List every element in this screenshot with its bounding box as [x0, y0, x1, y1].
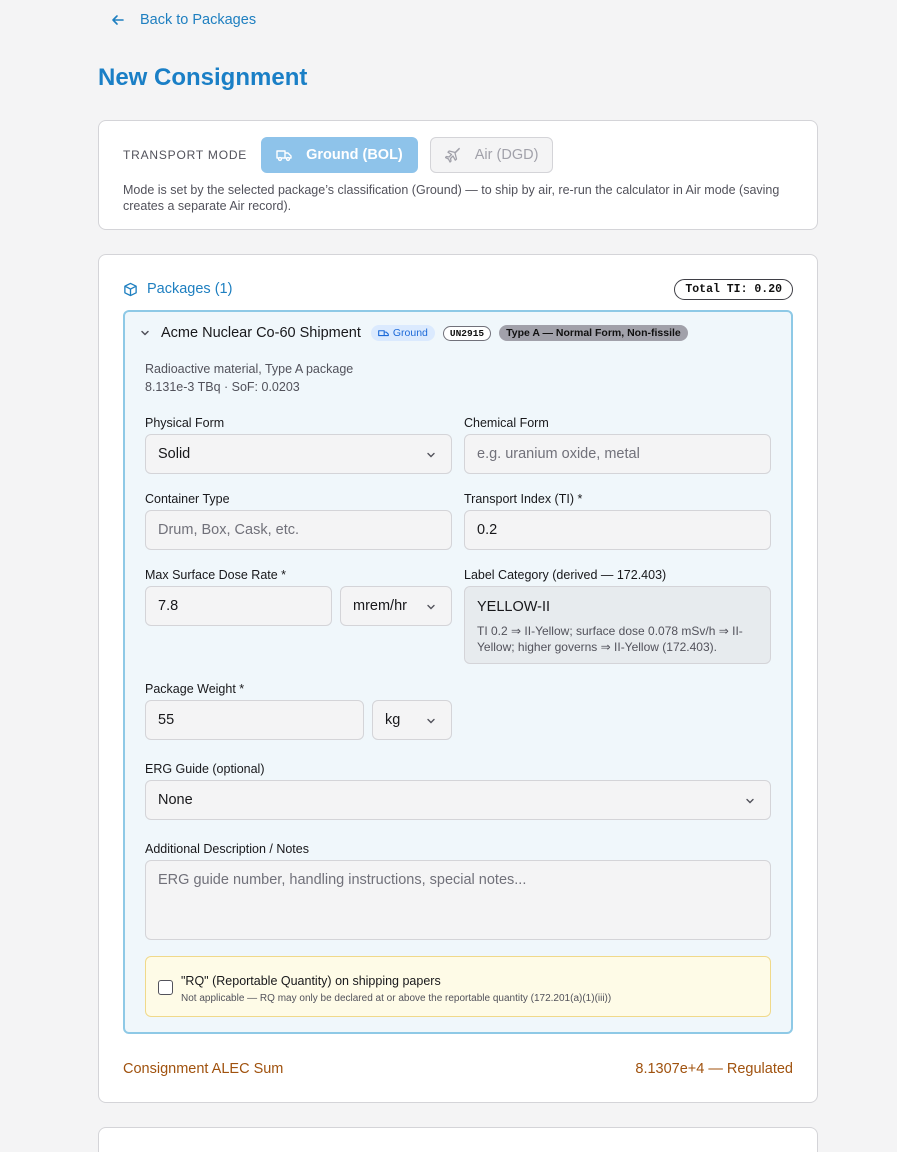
label-category-label: Label Category (derived — 172.403): [464, 568, 667, 582]
package-type-badge: Type A — Normal Form, Non-fissile: [499, 325, 688, 341]
dose-rate-input[interactable]: 7.8: [145, 586, 332, 626]
package-summary: Radioactive material, Type A package 8.1…: [145, 360, 353, 396]
rq-panel: "RQ" (Reportable Quantity) on shipping p…: [145, 956, 771, 1017]
chemical-form-label: Chemical Form: [464, 416, 549, 430]
packages-header: Packages (1): [123, 281, 232, 297]
ground-badge: Ground: [370, 325, 435, 341]
dose-rate-label: Max Surface Dose Rate *: [145, 568, 287, 582]
chevron-down-icon[interactable]: [139, 327, 151, 339]
package-weight-label: Package Weight *: [145, 682, 245, 696]
physical-form-select[interactable]: Solid: [145, 434, 452, 474]
package-weight-input[interactable]: 55: [145, 700, 364, 740]
chevron-down-icon: [427, 452, 435, 458]
air-mode-label: Air (DGD): [474, 147, 539, 163]
rq-note: Not applicable — RQ may only be declared…: [181, 993, 612, 1004]
container-type-label: Container Type: [145, 492, 230, 506]
package-name: Acme Nuclear Co-60 Shipment: [161, 325, 361, 341]
packages-card: Packages (1) Total TI: 0.20 Acme Nuclear…: [98, 254, 818, 1103]
ground-badge-label: Ground: [392, 327, 428, 339]
dose-rate-unit-select[interactable]: mrem/hr: [340, 586, 452, 626]
chevron-down-icon: [427, 718, 435, 724]
un-number-badge: UN2915: [442, 325, 492, 341]
notes-label: Additional Description / Notes: [145, 842, 309, 856]
total-ti-badge: Total TI: 0.20: [674, 279, 793, 300]
transport-mode-note: Mode is set by the selected package’s cl…: [123, 183, 780, 213]
package-box-icon: [124, 282, 137, 296]
package-panel: Acme Nuclear Co-60 Shipment Ground UN291…: [123, 310, 793, 1034]
next-section-card: [98, 1127, 818, 1152]
erg-guide-select[interactable]: None: [145, 780, 771, 820]
label-category-value: YELLOW-II: [477, 599, 551, 615]
physical-form-label: Physical Form: [145, 416, 225, 430]
truck-icon: [276, 150, 292, 162]
page-title: New Consignment: [98, 64, 308, 91]
ground-mode-label: Ground (BOL): [306, 147, 403, 163]
physical-form-value: Solid: [158, 446, 191, 462]
alec-sum-label: Consignment ALEC Sum: [123, 1061, 284, 1077]
chevron-down-icon: [427, 604, 435, 610]
weight-unit-value: kg: [385, 712, 401, 728]
container-type-input[interactable]: Drum, Box, Cask, etc.: [145, 510, 452, 550]
air-mode-button[interactable]: Air (DGD): [429, 137, 554, 173]
transport-mode-label: TRANSPORT MODE: [123, 148, 248, 162]
packages-title: Packages (1): [147, 281, 233, 297]
erg-guide-value: None: [158, 792, 193, 808]
weight-unit-select[interactable]: kg: [372, 700, 452, 740]
transport-mode-card: TRANSPORT MODE Ground (BOL) Air (DGD) Mo…: [98, 120, 818, 230]
rq-checkbox[interactable]: [158, 980, 173, 995]
notes-textarea[interactable]: ERG guide number, handling instructions,…: [145, 860, 771, 940]
plane-icon: [444, 147, 460, 163]
transport-index-input[interactable]: 0.2: [464, 510, 771, 550]
ground-mode-button[interactable]: Ground (BOL): [261, 137, 418, 173]
label-category-box: YELLOW-II TI 0.2 ⇒ II-Yellow; surface do…: [464, 586, 771, 664]
back-to-packages-link[interactable]: Back to Packages: [110, 12, 256, 28]
back-label: Back to Packages: [140, 12, 257, 28]
package-activity: 8.131e-3 TBq · SoF: 0.0203: [145, 380, 300, 394]
truck-icon: [378, 329, 389, 336]
dose-rate-unit-value: mrem/hr: [353, 598, 407, 614]
chevron-down-icon: [746, 798, 754, 804]
alec-sum-value: 8.1307e+4 — Regulated: [635, 1061, 793, 1077]
erg-guide-label: ERG Guide (optional): [145, 762, 265, 776]
package-header[interactable]: Acme Nuclear Co-60 Shipment Ground UN291…: [139, 325, 688, 341]
transport-index-label: Transport Index (TI) *: [464, 492, 583, 506]
chemical-form-input[interactable]: e.g. uranium oxide, metal: [464, 434, 771, 474]
arrow-left-icon: [112, 15, 124, 25]
package-description: Radioactive material, Type A package: [145, 362, 354, 376]
label-category-explanation: TI 0.2 ⇒ II-Yellow; surface dose 0.078 m…: [477, 624, 743, 654]
rq-label: "RQ" (Reportable Quantity) on shipping p…: [181, 974, 441, 988]
